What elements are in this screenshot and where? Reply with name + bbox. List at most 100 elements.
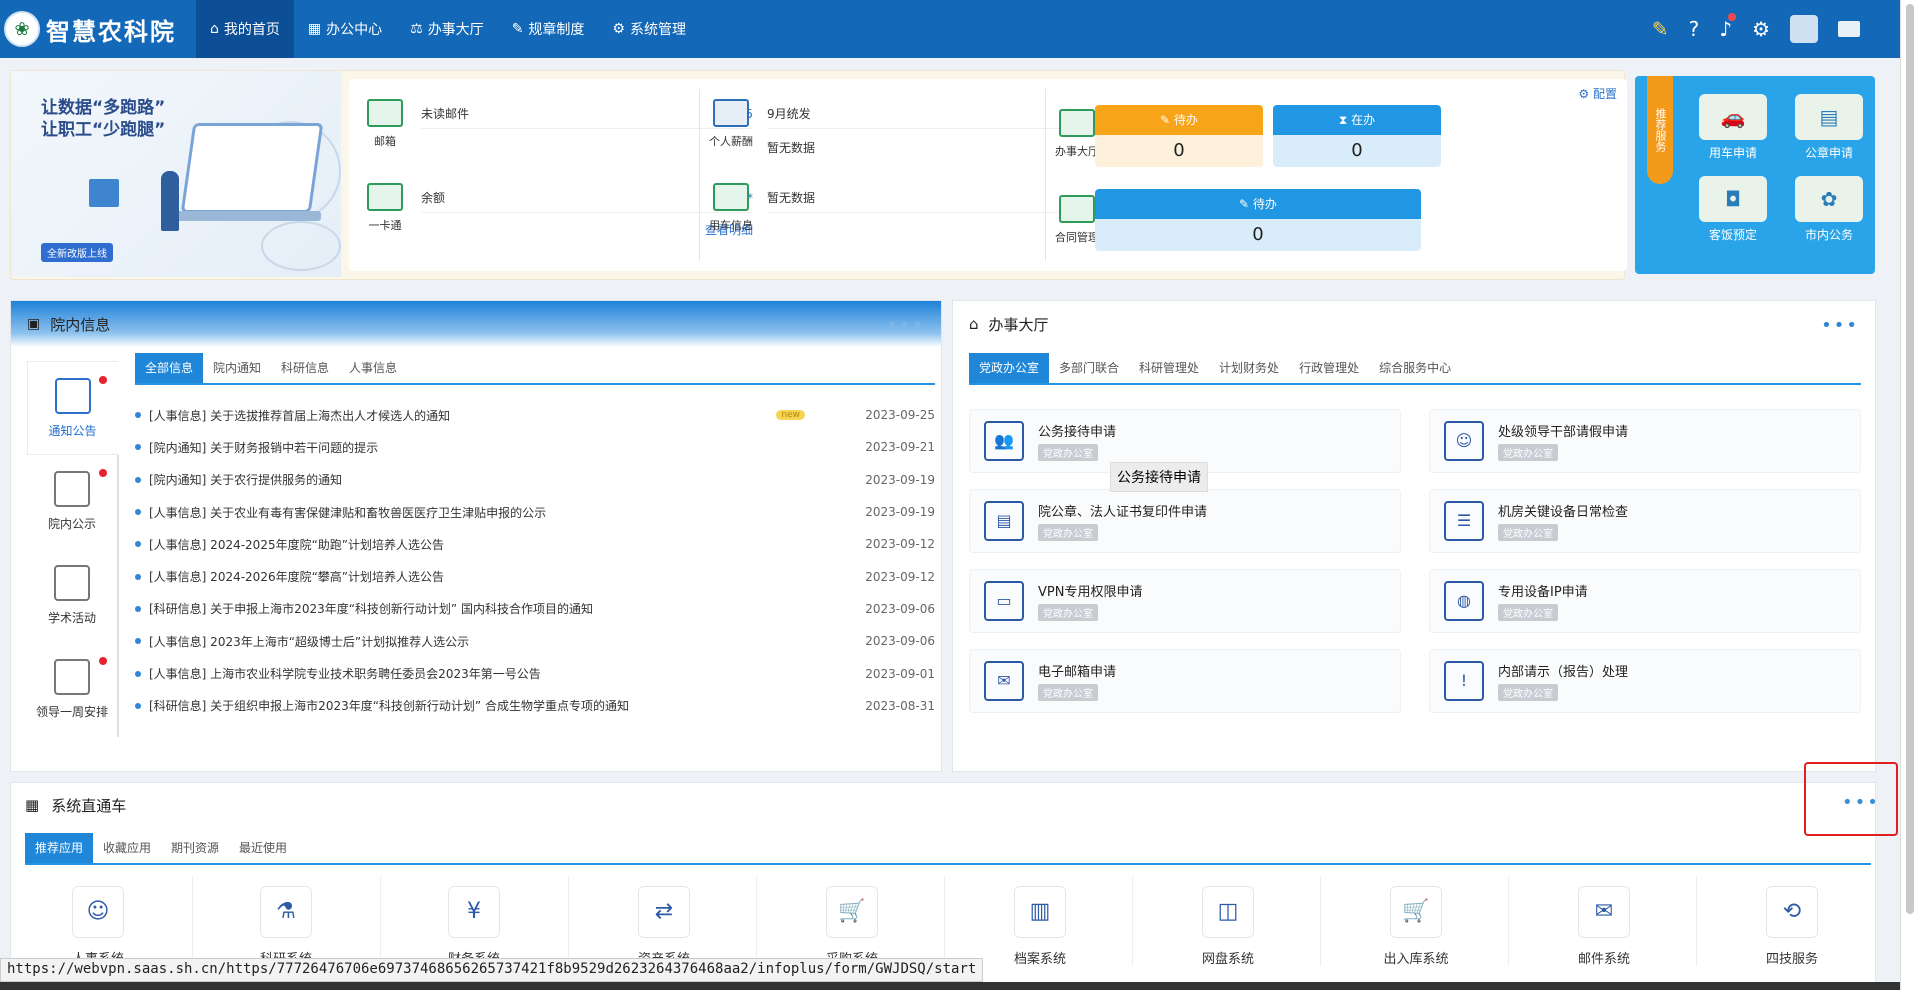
- nav-rules[interactable]: ✎ 规章制度: [498, 0, 599, 58]
- list-item[interactable]: [人事信息] 2024-2025年度院“助跑”计划培养人选公告 2023-09-1…: [135, 528, 935, 560]
- list-item[interactable]: [人事信息] 2024-2026年度院“攀高”计划培养人选公告 2023-09-1…: [135, 560, 935, 592]
- list-item[interactable]: [科研信息] 关于组织申报上海市2023年度“科技创新行动计划” 合成生物学重点…: [135, 690, 935, 722]
- contract-label: 合同管理: [1055, 231, 1099, 244]
- tab-party-office[interactable]: 党政办公室: [969, 353, 1050, 383]
- help-icon[interactable]: ?: [1689, 17, 1700, 41]
- tab-recent[interactable]: 最近使用: [229, 833, 297, 863]
- avatar[interactable]: [1790, 15, 1818, 43]
- unread-dot: [99, 469, 107, 477]
- globe-icon: ◍: [1444, 581, 1484, 621]
- hall-widget[interactable]: 办事大厅: [1055, 109, 1099, 159]
- tech-service-icon: ⟲: [1766, 886, 1818, 938]
- news-list: [人事信息] 关于选拔推荐首届上海杰出人才候选人的通知 new 2023-09-25…: [135, 399, 935, 722]
- edit-note-icon[interactable]: ✎: [1652, 17, 1669, 41]
- more-icon[interactable]: •••: [887, 315, 925, 336]
- service-seal-request[interactable]: ▤ 公章申请: [1793, 94, 1865, 161]
- nav-office[interactable]: ▦ 办公中心: [294, 0, 396, 58]
- system-hr[interactable]: ☺人事系统: [4, 886, 192, 967]
- contract-todo-box[interactable]: ✎ 待办 0: [1095, 189, 1421, 251]
- tab-research[interactable]: 科研信息: [271, 353, 339, 383]
- tab-finance[interactable]: 计划财务处: [1209, 353, 1289, 383]
- side-academic[interactable]: 学术活动: [27, 549, 119, 643]
- tab-multi-dept[interactable]: 多部门联合: [1049, 353, 1129, 383]
- system-research[interactable]: ⚗科研系统: [192, 886, 380, 967]
- tab-admin[interactable]: 行政管理处: [1289, 353, 1369, 383]
- archive-icon: ▥: [1014, 886, 1066, 938]
- list-item[interactable]: [人事信息] 2023年上海市“超级博士后”计划拟推荐人选公示 2023-09-0…: [135, 625, 935, 657]
- user-menu-icon[interactable]: [1838, 21, 1860, 37]
- system-purchase[interactable]: 🛒采购系统: [758, 886, 946, 967]
- divider: [756, 876, 757, 966]
- list-item[interactable]: [科研信息] 关于申报上海市2023年度“科技创新行动计划” 国内科技合作项目的…: [135, 593, 935, 625]
- nav-home[interactable]: ⌂ 我的首页: [196, 0, 294, 58]
- person-figure: [161, 171, 179, 231]
- service-meal-booking[interactable]: ◘ 客饭预定: [1697, 176, 1769, 243]
- app-logo[interactable]: ❀ 智慧农科院: [0, 0, 196, 58]
- tab-service-center[interactable]: 综合服务中心: [1369, 353, 1461, 383]
- unread-mail-label: 未读邮件: [421, 107, 470, 121]
- side-leader-schedule[interactable]: 领导一周安排: [27, 643, 119, 737]
- system-mail[interactable]: ✉ 邮件系统: [1510, 886, 1698, 967]
- system-finance[interactable]: ¥财务系统: [380, 886, 568, 967]
- warehouse-cart-icon: 🛒: [1390, 886, 1442, 938]
- settings-gear-icon[interactable]: ⚙: [1752, 17, 1770, 41]
- laptop-base: [171, 211, 321, 221]
- side-publicity[interactable]: 院内公示: [27, 455, 119, 549]
- app-seal-copy[interactable]: ▤ 院公章、法人证书复印件申请 党政办公室: [969, 489, 1401, 553]
- service-hall-card: ⌂ 办事大厅 ••• 党政办公室 多部门联合 科研管理处 计划财务处 行政管理处 …: [952, 300, 1876, 772]
- contract-widget[interactable]: 合同管理: [1055, 195, 1099, 245]
- system-tech-service[interactable]: ⟲ 四技服务: [1698, 886, 1886, 967]
- scrollbar-thumb[interactable]: [1906, 4, 1914, 914]
- service-car-request[interactable]: 🚗 用车申请: [1697, 94, 1769, 161]
- nav-hall[interactable]: ⚖ 办事大厅: [396, 0, 498, 58]
- divider: [1132, 876, 1133, 966]
- app-vpn-request[interactable]: ▭ VPN专用权限申请 党政办公室: [969, 569, 1401, 633]
- publicity-icon: [54, 471, 90, 507]
- system-archive[interactable]: ▥ 档案系统: [946, 886, 1134, 967]
- tab-recommended-apps[interactable]: 推荐应用: [25, 833, 94, 863]
- more-icon[interactable]: •••: [1842, 792, 1880, 813]
- more-icon[interactable]: •••: [1821, 315, 1859, 336]
- tab-hr[interactable]: 人事信息: [339, 353, 407, 383]
- main-nav: ⌂ 我的首页 ▦ 办公中心 ⚖ 办事大厅 ✎ 规章制度 ⚙ 系统管理: [196, 0, 700, 58]
- top-navbar: ❀ 智慧农科院 ⌂ 我的首页 ▦ 办公中心 ⚖ 办事大厅 ✎ 规章制度 ⚙ 系统管理 ✎ …: [0, 0, 1900, 58]
- nav-system[interactable]: ⚙ 系统管理: [598, 0, 700, 58]
- slogan-line-1: 让数据“多跑路”: [41, 98, 166, 118]
- tab-notices[interactable]: 院内通知: [203, 353, 271, 383]
- service-city-business[interactable]: ✿ 市内公务: [1793, 176, 1865, 243]
- car-widget[interactable]: 用车信息 暂无数据: [709, 183, 1099, 233]
- app-ip-request[interactable]: ◍ 专用设备IP申请 党政办公室: [1429, 569, 1861, 633]
- bell-icon[interactable]: ♪: [1719, 13, 1737, 41]
- card-widget[interactable]: 一卡通 余额**** 查看明细: [363, 183, 753, 238]
- app-title: 智慧农科院: [46, 16, 176, 46]
- list-item[interactable]: [院内通知] 关于财务报销中若干问题的提示 2023-09-21: [135, 431, 935, 463]
- list-item[interactable]: [院内通知] 关于农行提供服务的通知 2023-09-19: [135, 464, 935, 496]
- list-item[interactable]: [人事信息] 上海市农业科学院专业技术职务聘任委员会2023年第一号公告 2023…: [135, 657, 935, 689]
- hall-todo-box[interactable]: ✎ 待办 0: [1095, 105, 1263, 167]
- system-assets[interactable]: ⇄资产系统: [570, 886, 758, 967]
- app-internal-report[interactable]: ! 内部请示（报告）处理 党政办公室: [1429, 649, 1861, 713]
- list-item[interactable]: [人事信息] 关于农业有毒有害保健津贴和畜牧兽医医疗卫生津贴申报的公示 2023-…: [135, 496, 935, 528]
- hall-doing-box[interactable]: ⧗ 在办 0: [1273, 105, 1441, 167]
- app-email-request[interactable]: ✉ 电子邮箱申请 党政办公室: [969, 649, 1401, 713]
- system-warehouse[interactable]: 🛒 出入库系统: [1322, 886, 1510, 967]
- list-item[interactable]: [人事信息] 关于选拔推荐首届上海杰出人才候选人的通知 new 2023-09-25: [135, 399, 935, 431]
- system-netdisk[interactable]: ◫ 网盘系统: [1134, 886, 1322, 967]
- hall-title: 办事大厅: [988, 315, 1049, 334]
- contract-todo-count: 0: [1095, 219, 1421, 251]
- app-leader-leave[interactable]: ☺ 处级领导干部请假申请 党政办公室: [1429, 409, 1861, 473]
- hall-widget-label: 办事大厅: [1055, 145, 1099, 158]
- laptop-icon: [180, 123, 324, 213]
- hall-widget-icon: [1059, 109, 1095, 137]
- tab-journals[interactable]: 期刊资源: [161, 833, 229, 863]
- mail-widget[interactable]: 邮箱 未读邮件95755: [363, 99, 753, 149]
- app-server-check[interactable]: ☰ 机房关键设备日常检查 党政办公室: [1429, 489, 1861, 553]
- salary-widget[interactable]: 个人薪酬 9月统发**** 暂无数据: [709, 99, 1099, 156]
- side-notice[interactable]: 通知公告: [27, 361, 119, 455]
- tab-research-mgmt[interactable]: 科研管理处: [1129, 353, 1209, 383]
- config-button[interactable]: ⚙ 配置: [1578, 85, 1617, 102]
- mail-icon: ✉: [984, 661, 1024, 701]
- tab-all-info[interactable]: 全部信息: [135, 353, 204, 383]
- tab-favorite-apps[interactable]: 收藏应用: [93, 833, 161, 863]
- cart-icon: 🛒: [826, 886, 878, 938]
